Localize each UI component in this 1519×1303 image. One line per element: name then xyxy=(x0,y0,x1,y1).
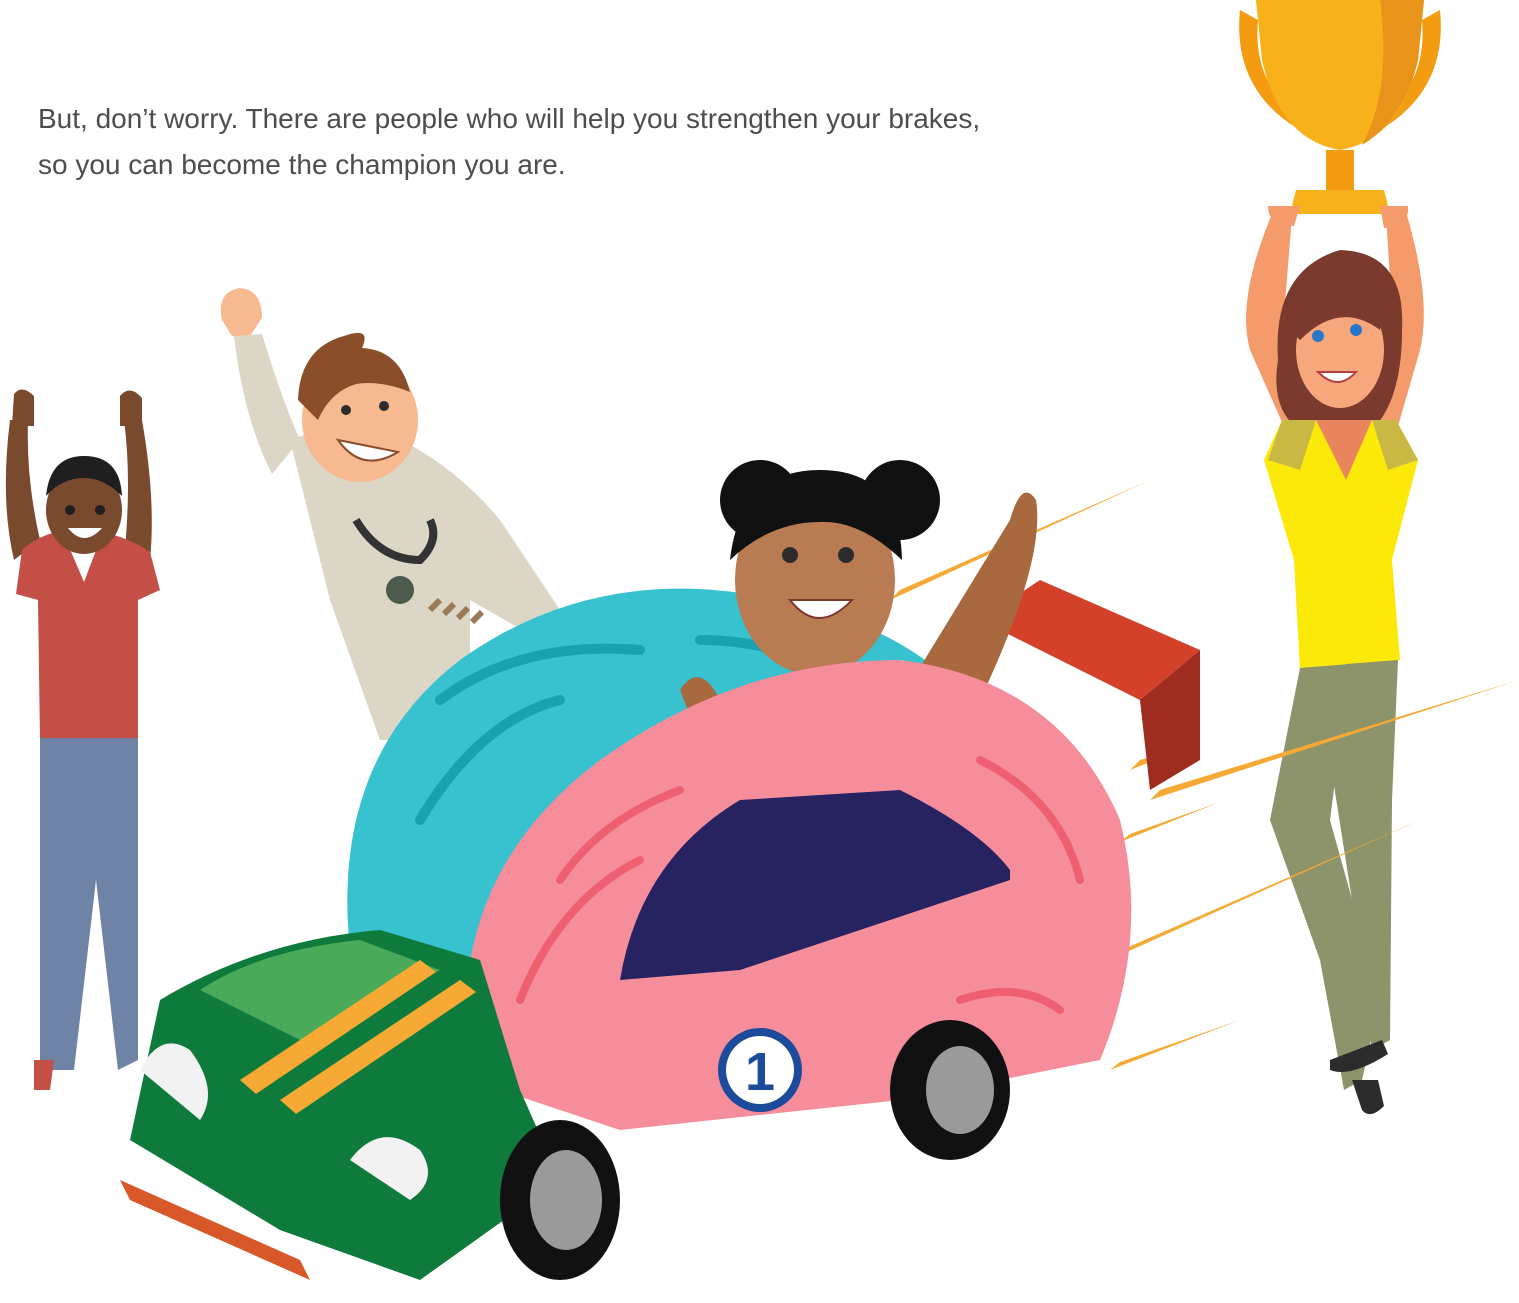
car-number: 1 xyxy=(745,1042,775,1102)
cheering-man-left xyxy=(5,389,160,1090)
trophy-icon xyxy=(1239,0,1441,214)
trophy-woman xyxy=(1239,0,1441,1115)
illustration-scene: 1 xyxy=(5,0,1519,1280)
